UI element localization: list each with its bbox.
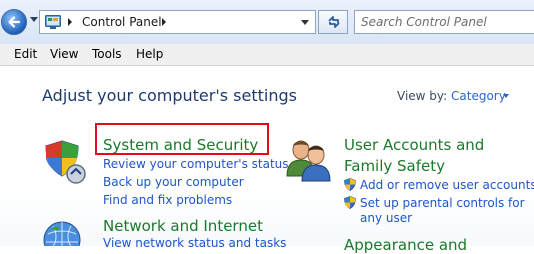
address-dropdown-icon[interactable]	[301, 20, 309, 25]
breadcrumb-separator-icon[interactable]	[68, 18, 72, 26]
address-bar: Control Panel	[0, 0, 534, 44]
category-appearance[interactable]: Appearance and	[344, 236, 467, 254]
uac-shield-icon	[344, 196, 356, 209]
control-panel-content: Adjust your computer's settings View by:…	[0, 66, 534, 254]
search-box[interactable]	[354, 10, 534, 34]
link-find-fix-problems[interactable]: Find and fix problems	[103, 193, 232, 207]
link-back-up-computer[interactable]: Back up your computer	[103, 175, 244, 189]
link-parental-controls-line1[interactable]: Set up parental controls for	[360, 196, 525, 210]
link-review-status[interactable]: Review your computer's status	[103, 157, 289, 171]
back-arrow-icon	[8, 16, 21, 28]
uac-shield-icon	[344, 178, 356, 191]
menu-tools[interactable]: Tools	[92, 47, 122, 61]
users-icon[interactable]	[285, 136, 333, 182]
chevron-down-icon[interactable]	[503, 94, 509, 98]
menu-view[interactable]: View	[50, 47, 78, 61]
view-by-label: View by:	[397, 89, 448, 103]
recent-pages-dropdown[interactable]	[30, 17, 38, 22]
view-by-dropdown[interactable]: Category	[451, 89, 506, 103]
address-field[interactable]: Control Panel	[39, 10, 316, 34]
page-title: Adjust your computer's settings	[42, 86, 297, 105]
category-user-accounts-title-line1[interactable]: User Accounts and	[344, 136, 484, 154]
breadcrumb-separator-icon[interactable]	[162, 18, 166, 26]
network-icon[interactable]	[42, 218, 90, 246]
back-button[interactable]	[1, 9, 27, 35]
refresh-icon	[328, 16, 340, 28]
control-panel-icon	[45, 15, 61, 29]
system-security-icon[interactable]	[42, 138, 90, 186]
breadcrumb-control-panel[interactable]: Control Panel	[82, 15, 162, 29]
category-system-security[interactable]: System and Security	[103, 136, 258, 154]
link-parental-controls-line2[interactable]: any user	[360, 211, 412, 225]
menu-edit[interactable]: Edit	[14, 47, 37, 61]
search-input[interactable]	[361, 12, 531, 32]
refresh-button[interactable]	[318, 10, 348, 34]
category-network-internet[interactable]: Network and Internet	[103, 217, 263, 235]
menu-bar: Edit View Tools Help	[0, 44, 534, 66]
category-user-accounts-title-line2[interactable]: Family Safety	[344, 157, 445, 175]
menu-help[interactable]: Help	[136, 47, 163, 61]
link-view-network-status[interactable]: View network status and tasks	[103, 236, 286, 250]
link-add-remove-users[interactable]: Add or remove user accounts	[360, 178, 534, 192]
